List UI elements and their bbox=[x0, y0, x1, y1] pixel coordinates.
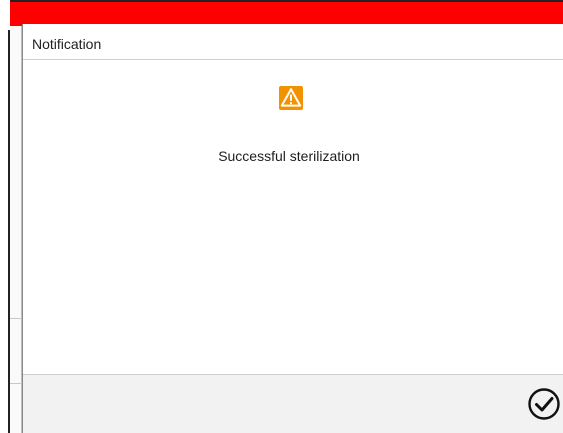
status-bar bbox=[10, 0, 563, 26]
background-divider bbox=[10, 318, 22, 319]
dialog-header: Notification bbox=[23, 24, 563, 60]
notification-dialog: Notification Successful sterilization bbox=[22, 24, 563, 433]
checkmark-circle-icon bbox=[528, 388, 560, 420]
background-panel bbox=[10, 26, 22, 433]
dialog-title: Notification bbox=[32, 36, 102, 52]
background-divider bbox=[10, 383, 22, 384]
notification-message: Successful sterilization bbox=[218, 148, 360, 164]
warning-icon bbox=[279, 86, 303, 110]
confirm-button[interactable] bbox=[527, 387, 561, 421]
dialog-footer bbox=[23, 374, 563, 433]
